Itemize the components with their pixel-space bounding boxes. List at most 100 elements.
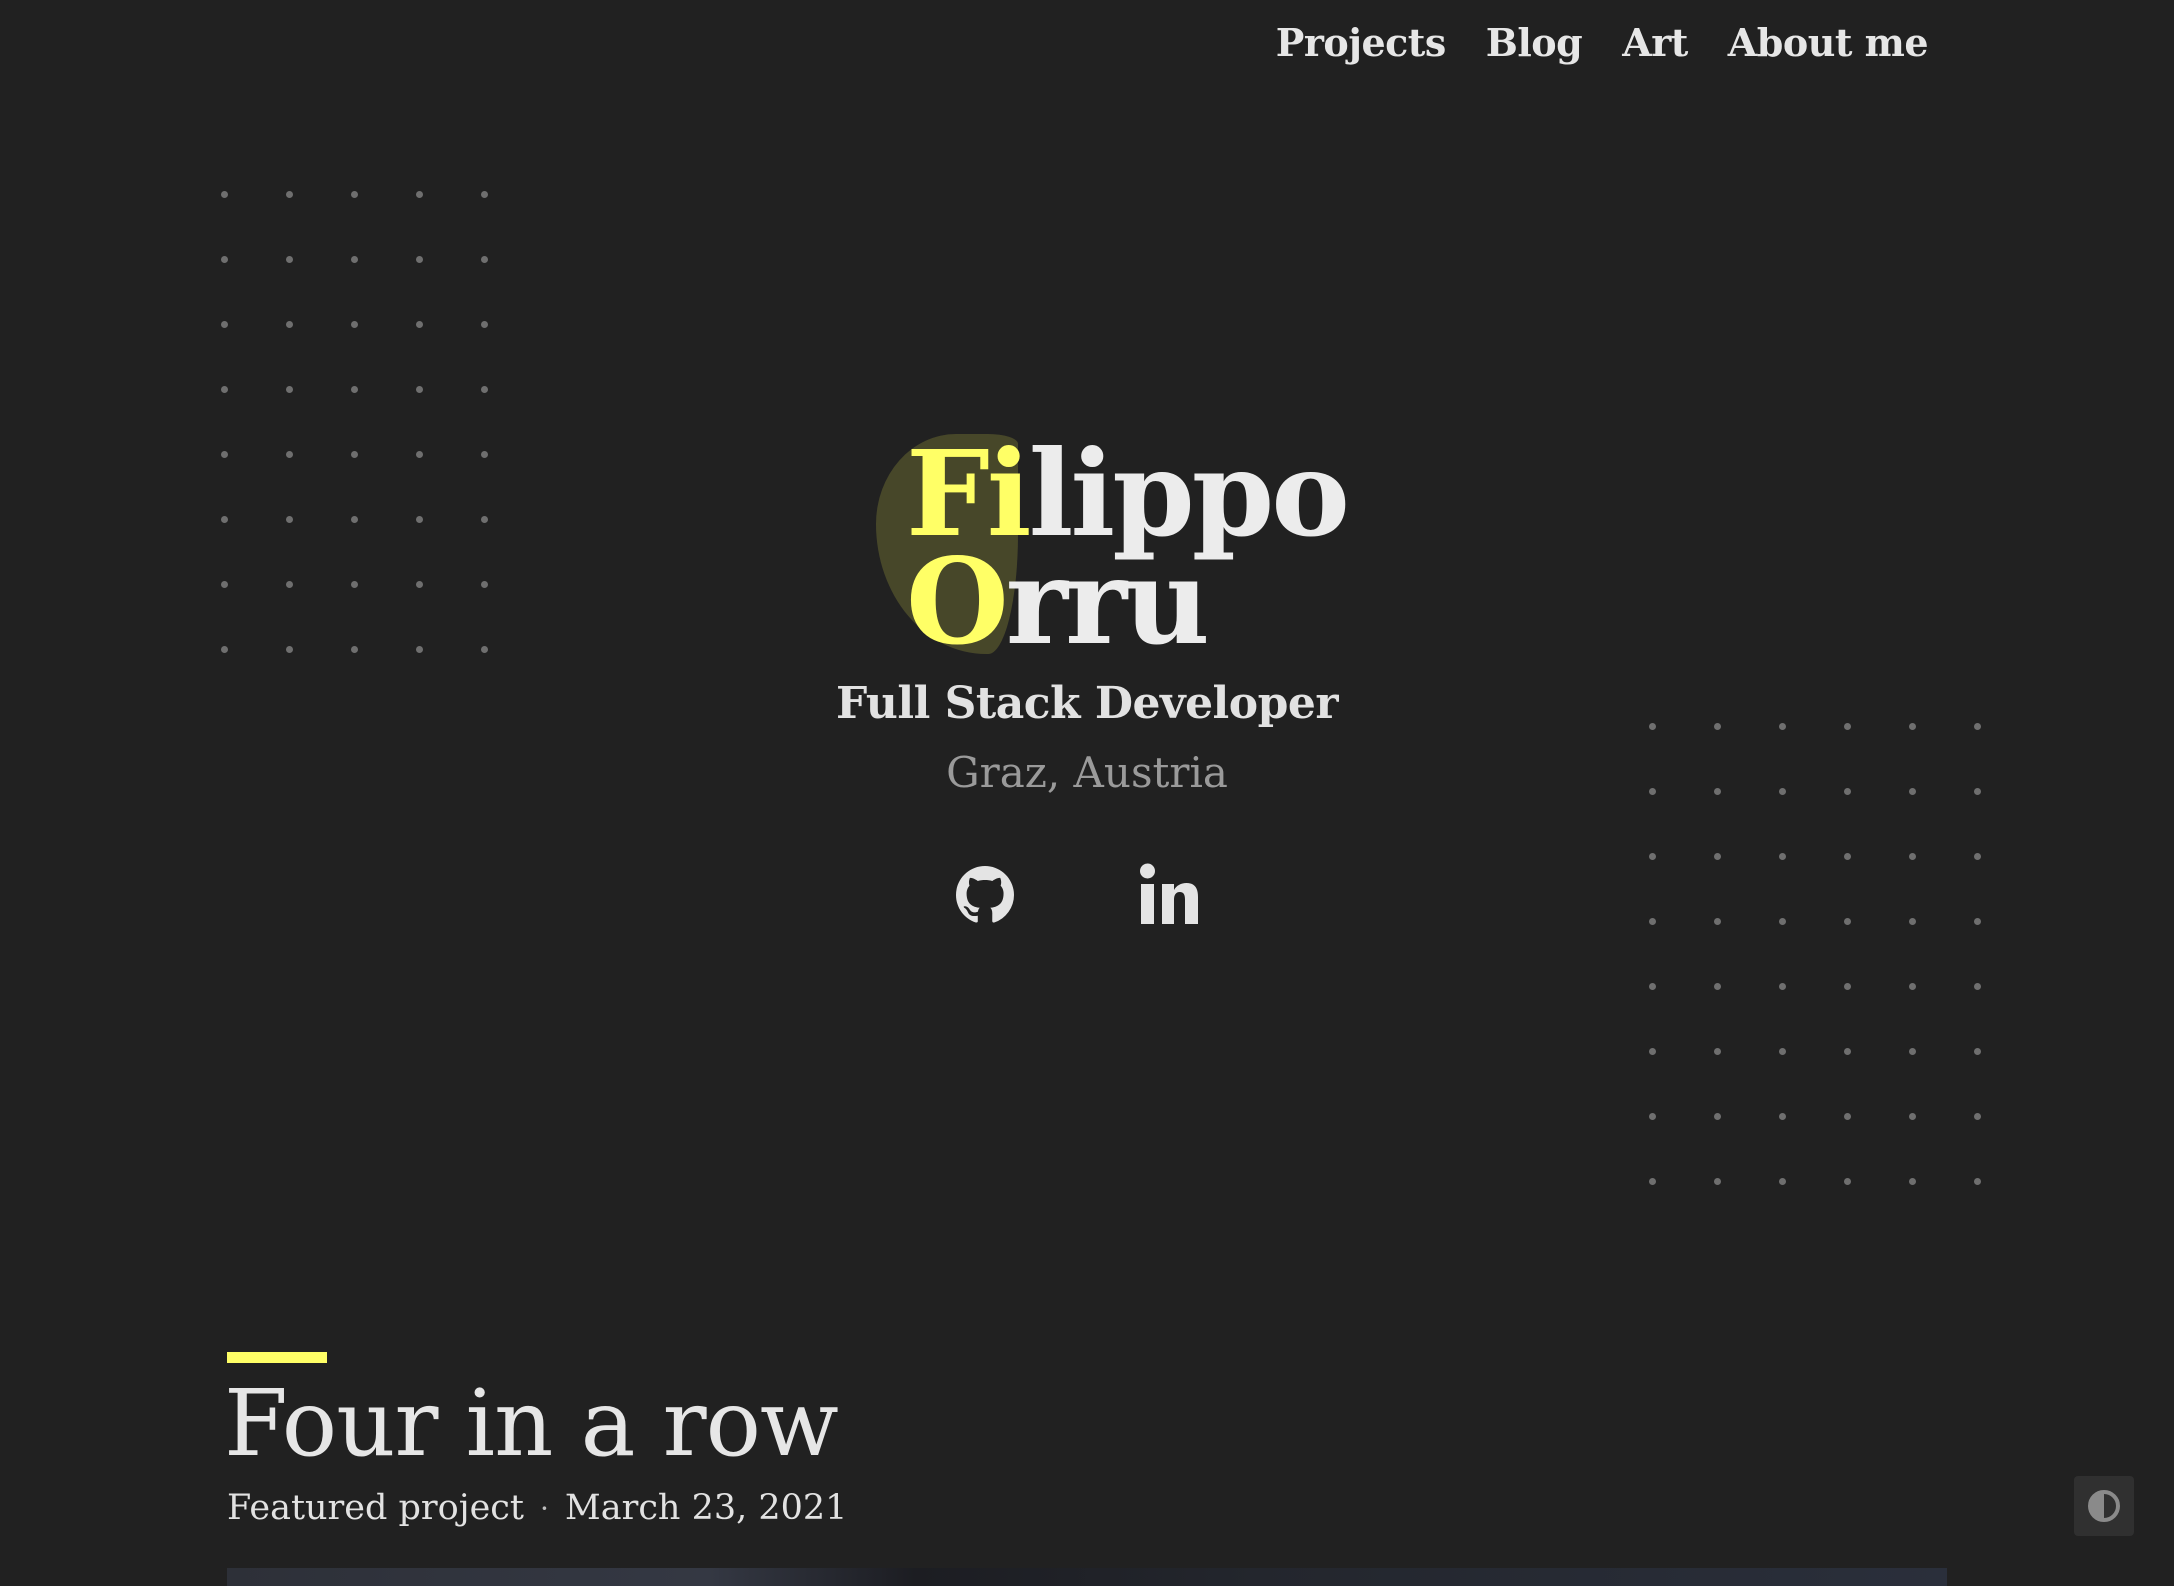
decorative-dot bbox=[351, 646, 358, 653]
featured-project-title[interactable]: Four in a row bbox=[224, 1370, 839, 1477]
decorative-dot bbox=[286, 451, 293, 458]
decorative-dot bbox=[416, 516, 423, 523]
decorative-dot bbox=[1844, 853, 1851, 860]
decorative-dot bbox=[1909, 853, 1916, 860]
decorative-dot bbox=[1909, 1048, 1916, 1055]
decorative-dot bbox=[416, 646, 423, 653]
decorative-dot bbox=[221, 581, 228, 588]
featured-project-meta: Featured project · March 23, 2021 bbox=[227, 1488, 847, 1528]
hero-name: Filippo Orru bbox=[906, 435, 1350, 661]
decorative-dot-grid-left bbox=[221, 191, 488, 653]
decorative-dot bbox=[1909, 1113, 1916, 1120]
decorative-dot bbox=[1844, 1048, 1851, 1055]
decorative-dot bbox=[351, 451, 358, 458]
linkedin-link[interactable] bbox=[1138, 862, 1200, 926]
decorative-dot bbox=[481, 646, 488, 653]
decorative-dot bbox=[1714, 1178, 1721, 1185]
decorative-dot bbox=[286, 386, 293, 393]
decorative-dot bbox=[286, 646, 293, 653]
decorative-dot bbox=[416, 321, 423, 328]
page: Projects Blog Art About me Filippo Orru … bbox=[0, 0, 2174, 1586]
decorative-dot bbox=[1974, 853, 1981, 860]
decorative-dot bbox=[1974, 1178, 1981, 1185]
hero-role: Full Stack Developer bbox=[835, 678, 1339, 729]
decorative-dot bbox=[1974, 918, 1981, 925]
decorative-dot bbox=[1714, 1048, 1721, 1055]
decorative-dot bbox=[481, 451, 488, 458]
decorative-dot bbox=[1779, 983, 1786, 990]
decorative-dot bbox=[1779, 918, 1786, 925]
decorative-dot bbox=[1779, 1048, 1786, 1055]
decorative-dot bbox=[1974, 1048, 1981, 1055]
decorative-dot bbox=[221, 646, 228, 653]
decorative-dot bbox=[481, 256, 488, 263]
decorative-dot bbox=[481, 581, 488, 588]
decorative-dot bbox=[351, 191, 358, 198]
theme-toggle-button[interactable] bbox=[2074, 1476, 2134, 1536]
decorative-dot bbox=[1909, 983, 1916, 990]
decorative-dot bbox=[481, 516, 488, 523]
decorative-dot bbox=[221, 256, 228, 263]
decorative-dot bbox=[416, 191, 423, 198]
decorative-dot bbox=[1714, 1113, 1721, 1120]
section-accent-bar bbox=[227, 1352, 327, 1363]
nav-blog-link[interactable]: Blog bbox=[1486, 20, 1583, 65]
project-date: March 23, 2021 bbox=[564, 1488, 848, 1528]
contrast-icon bbox=[2088, 1490, 2120, 1522]
decorative-dot bbox=[351, 516, 358, 523]
decorative-dot bbox=[286, 191, 293, 198]
decorative-dot bbox=[416, 386, 423, 393]
project-category: Featured project bbox=[227, 1488, 524, 1528]
decorative-dot bbox=[221, 386, 228, 393]
decorative-dot bbox=[1844, 983, 1851, 990]
hero-location: Graz, Austria bbox=[946, 748, 1228, 797]
decorative-dot bbox=[1844, 918, 1851, 925]
decorative-dot bbox=[1714, 983, 1721, 990]
nav-art-link[interactable]: Art bbox=[1622, 20, 1688, 65]
decorative-dot bbox=[416, 451, 423, 458]
decorative-dot bbox=[481, 191, 488, 198]
github-link[interactable] bbox=[956, 866, 1014, 924]
decorative-dot bbox=[286, 256, 293, 263]
decorative-dot bbox=[1649, 1113, 1656, 1120]
nav-about-link[interactable]: About me bbox=[1728, 20, 1929, 65]
decorative-dot bbox=[221, 451, 228, 458]
decorative-dot bbox=[1649, 918, 1656, 925]
decorative-dot bbox=[481, 386, 488, 393]
decorative-dot bbox=[1844, 1178, 1851, 1185]
decorative-dot bbox=[286, 516, 293, 523]
last-name-highlight: O bbox=[906, 532, 1009, 671]
decorative-dot bbox=[351, 321, 358, 328]
decorative-dot bbox=[1909, 1178, 1916, 1185]
decorative-dot bbox=[351, 386, 358, 393]
decorative-dot bbox=[481, 321, 488, 328]
last-name-rest: rru bbox=[1005, 532, 1210, 671]
decorative-dot bbox=[1974, 983, 1981, 990]
decorative-dot bbox=[1649, 983, 1656, 990]
top-nav: Projects Blog Art About me bbox=[1276, 20, 1929, 65]
decorative-dot bbox=[1779, 1113, 1786, 1120]
decorative-dot bbox=[1649, 853, 1656, 860]
decorative-dot bbox=[221, 191, 228, 198]
decorative-dot bbox=[1779, 1178, 1786, 1185]
github-icon bbox=[956, 866, 1014, 923]
decorative-dot bbox=[351, 256, 358, 263]
decorative-dot bbox=[286, 581, 293, 588]
decorative-dot bbox=[1779, 853, 1786, 860]
decorative-dot bbox=[286, 321, 293, 328]
decorative-dot bbox=[1649, 1048, 1656, 1055]
decorative-dot bbox=[416, 581, 423, 588]
decorative-dot bbox=[351, 581, 358, 588]
nav-projects-link[interactable]: Projects bbox=[1276, 20, 1446, 65]
decorative-dot bbox=[1974, 1113, 1981, 1120]
decorative-dot bbox=[416, 256, 423, 263]
decorative-dot bbox=[221, 321, 228, 328]
decorative-dot bbox=[221, 516, 228, 523]
decorative-dot bbox=[1714, 918, 1721, 925]
decorative-dot bbox=[1714, 853, 1721, 860]
decorative-dot bbox=[1649, 1178, 1656, 1185]
meta-separator: · bbox=[539, 1491, 549, 1525]
featured-project-image[interactable] bbox=[227, 1568, 1947, 1586]
decorative-dot bbox=[1909, 918, 1916, 925]
decorative-dot bbox=[1844, 1113, 1851, 1120]
